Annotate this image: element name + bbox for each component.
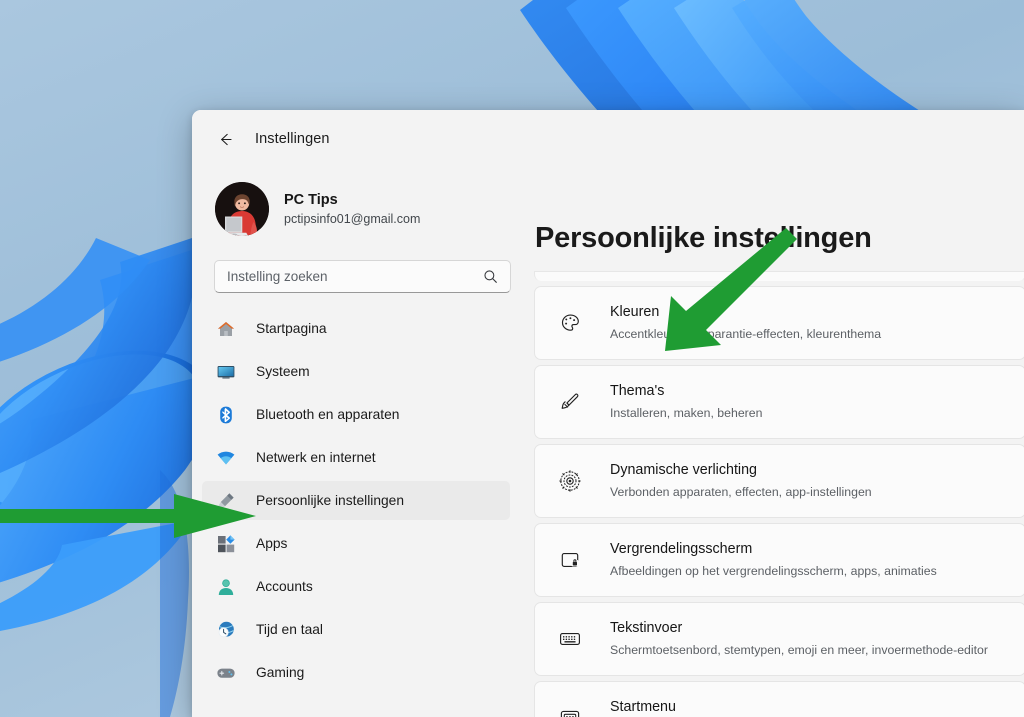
search-box[interactable] [214,260,511,293]
start-menu-icon [557,705,583,717]
sidebar-item-label: Persoonlijke instellingen [256,493,405,508]
card-subtitle: Installeren, maken, beheren [610,406,763,420]
card-partial-above[interactable] [534,271,1024,281]
sidebar-item-bluetooth-en-apparaten[interactable]: Bluetooth en apparaten [202,395,510,434]
page-title: Persoonlijke instellingen [535,222,872,254]
avatar [215,182,269,236]
home-icon [215,318,237,340]
settings-window: Instellingen PC Tips pctipsinfo01@gmail.… [192,110,1024,717]
keyboard-icon [557,626,583,652]
window-titlebar: Instellingen [192,110,1024,168]
sidebar-item-label: Netwerk en internet [256,450,376,465]
back-button[interactable] [208,123,242,155]
sidebar-item-systeem[interactable]: Systeem [202,352,510,391]
apps-icon [215,533,237,555]
sidebar-item-label: Bluetooth en apparaten [256,407,400,422]
sidebar-item-label: Systeem [256,364,310,379]
monitor-icon [215,361,237,383]
window-title: Instellingen [255,131,330,147]
card-title: Vergrendelingsscherm [610,541,753,558]
dynamic-lighting-icon [557,468,583,494]
sidebar-nav: Startpagina Systeem Bluetooth en apparat… [192,309,510,696]
window-body: PC Tips pctipsinfo01@gmail.com Instellin… [192,168,1024,717]
card-subtitle: Verbonden apparaten, effecten, app-inste… [610,485,872,499]
desktop-background: Instellingen PC Tips pctipsinfo01@gmail.… [0,0,1024,717]
clock-globe-icon [215,619,237,641]
card-title: Thema's [610,383,665,400]
sidebar-item-label: Accounts [256,579,313,594]
sidebar: PC Tips pctipsinfo01@gmail.com Instellin… [192,168,521,717]
settings-card-startmenu[interactable]: Startmenu Recente apps en items, mappen [534,681,1024,717]
card-subtitle: Schermtoetsenbord, stemtypen, emoji en m… [610,643,988,657]
sidebar-item-startpagina[interactable]: Startpagina [202,309,510,348]
settings-card-vergrendelingsscherm[interactable]: Vergrendelingsscherm Afbeeldingen op het… [534,523,1024,597]
search-icon[interactable] [479,269,510,284]
card-subtitle: Accentkleur, transparantie-effecten, kle… [610,327,882,341]
settings-card-tekstinvoer[interactable]: Tekstinvoer Schermtoetsenbord, stemtypen… [534,602,1024,676]
bluetooth-icon [215,404,237,426]
sidebar-item-label: Tijd en taal [256,622,323,637]
sidebar-item-accounts[interactable]: Accounts [202,567,510,606]
card-title: Kleuren [610,304,660,321]
sidebar-item-netwerk-en-internet[interactable]: Netwerk en internet [202,438,510,477]
search-container [192,246,511,293]
settings-card-themas[interactable]: Thema's Installeren, maken, beheren [534,365,1024,439]
sidebar-item-label: Apps [256,536,288,551]
account-block[interactable]: PC Tips pctipsinfo01@gmail.com [192,168,510,246]
card-title: Dynamische verlichting [610,462,757,479]
main-content: Persoonlijke instellingen Kleuren Accent… [521,168,1024,717]
sidebar-item-persoonlijke-instellingen[interactable]: Persoonlijke instellingen [202,481,510,520]
back-arrow-icon [220,133,232,145]
settings-cards-list[interactable]: Kleuren Accentkleur, transparantie-effec… [534,271,1024,717]
brush-icon [215,490,237,512]
wifi-icon [215,447,237,469]
sidebar-item-label: Gaming [256,665,305,680]
settings-card-kleuren[interactable]: Kleuren Accentkleur, transparantie-effec… [534,286,1024,360]
gamepad-icon [215,662,237,684]
card-title: Tekstinvoer [610,620,683,637]
lock-screen-icon [557,547,583,573]
account-icon [215,576,237,598]
user-avatar-illustration [215,182,269,236]
search-input[interactable] [215,269,479,284]
sidebar-item-tijd-en-taal[interactable]: Tijd en taal [202,610,510,649]
sidebar-item-label: Startpagina [256,321,327,336]
settings-card-dynamische-verlichting[interactable]: Dynamische verlichting Verbonden apparat… [534,444,1024,518]
sidebar-item-gaming[interactable]: Gaming [202,653,510,692]
card-title: Startmenu [610,699,676,716]
account-email: pctipsinfo01@gmail.com [284,211,421,226]
palette-icon [557,310,583,336]
card-subtitle: Afbeeldingen op het vergrendelingsscherm… [610,564,937,578]
sidebar-item-apps[interactable]: Apps [202,524,510,563]
account-name: PC Tips [284,191,338,208]
paintbrush-icon [557,389,583,415]
